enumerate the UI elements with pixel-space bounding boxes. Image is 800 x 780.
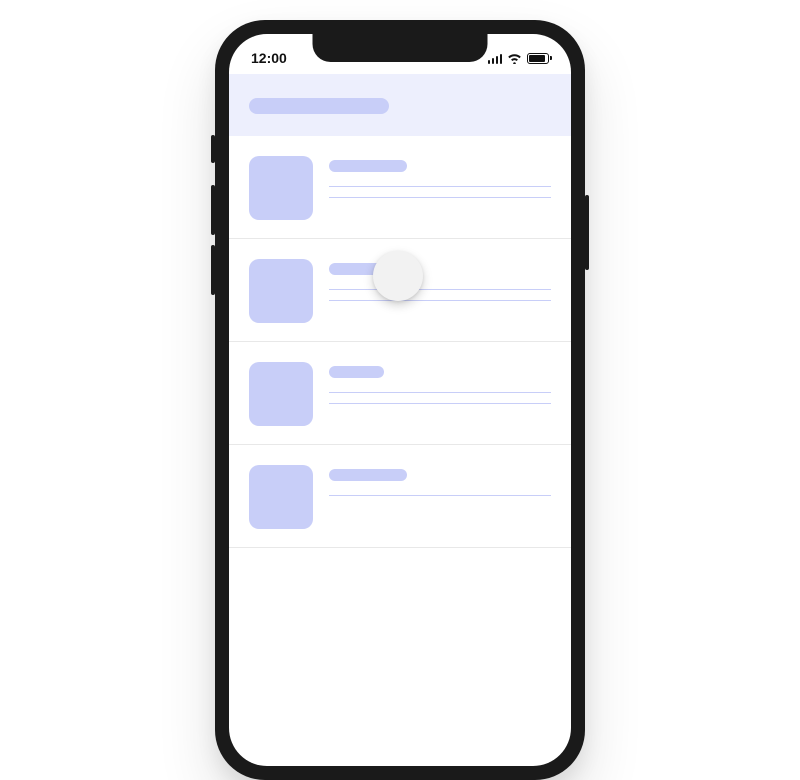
title-skeleton (329, 366, 384, 378)
power-button (585, 195, 589, 270)
thumbnail-skeleton (249, 156, 313, 220)
volume-up-button (211, 185, 215, 235)
item-content (329, 362, 551, 426)
list[interactable] (229, 136, 571, 548)
cellular-signal-icon (488, 53, 503, 64)
status-right (488, 53, 550, 64)
text-line-skeleton (329, 197, 551, 198)
text-line-skeleton (329, 495, 551, 496)
status-time: 12:00 (251, 50, 287, 66)
text-line-skeleton (329, 186, 551, 187)
title-skeleton (329, 160, 407, 172)
touch-indicator[interactable] (373, 251, 423, 301)
header (229, 74, 571, 136)
list-item[interactable] (229, 136, 571, 239)
thumbnail-skeleton (249, 362, 313, 426)
wifi-icon (507, 53, 522, 64)
item-content (329, 156, 551, 220)
item-content (329, 465, 551, 529)
title-skeleton (329, 469, 407, 481)
mute-switch (211, 135, 215, 163)
thumbnail-skeleton (249, 259, 313, 323)
item-content (329, 259, 551, 323)
phone-frame: 12:00 (215, 20, 585, 780)
screen[interactable]: 12:00 (229, 34, 571, 766)
notch (313, 34, 488, 62)
battery-icon (527, 53, 549, 64)
list-item[interactable] (229, 445, 571, 548)
text-line-skeleton (329, 403, 551, 404)
text-line-skeleton (329, 392, 551, 393)
text-line-skeleton (329, 289, 551, 290)
header-title-skeleton (249, 98, 389, 114)
text-line-skeleton (329, 300, 551, 301)
list-item[interactable] (229, 342, 571, 445)
thumbnail-skeleton (249, 465, 313, 529)
volume-down-button (211, 245, 215, 295)
